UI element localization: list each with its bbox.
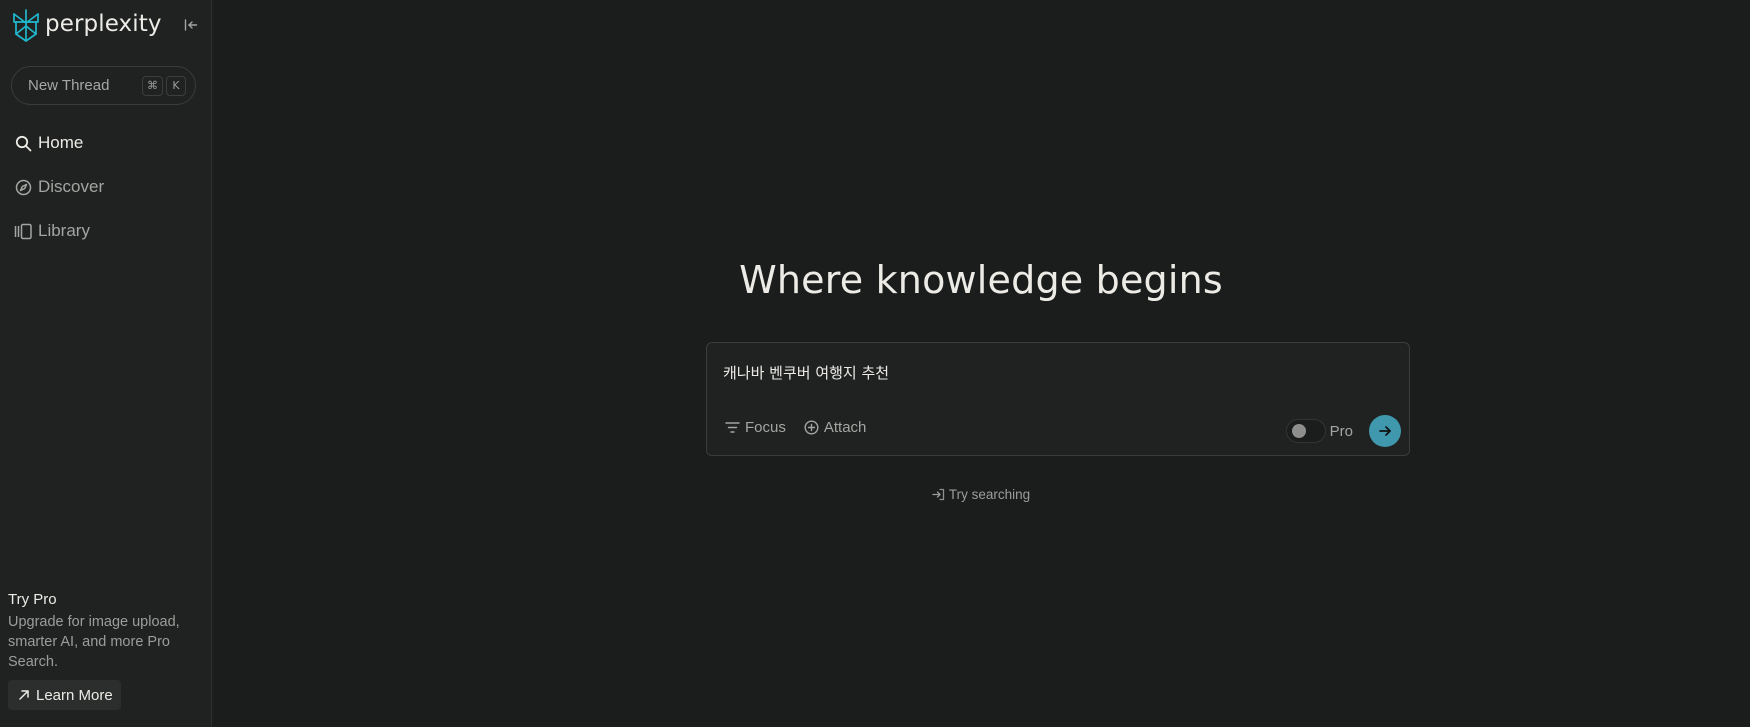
sign-in-icon — [932, 488, 945, 501]
pro-promo: Try Pro Upgrade for image upload, smarte… — [8, 591, 198, 710]
try-searching-link[interactable]: Try searching — [212, 487, 1750, 502]
library-icon — [14, 222, 33, 241]
app: perplexity New Thread ⌘ K Home Discover … — [0, 0, 1750, 727]
focus-button[interactable]: Focus — [725, 419, 786, 436]
hero-title: Where knowledge begins — [739, 258, 1223, 302]
arrow-up-right-icon — [19, 690, 29, 700]
promo-text: Upgrade for image upload, smarter AI, an… — [8, 614, 180, 670]
main-content: Where knowledge begins Focus — [212, 0, 1750, 727]
search-actions: Pro — [1285, 415, 1401, 447]
pro-toggle-knob — [1291, 424, 1306, 438]
search-icon — [14, 134, 33, 153]
shortcut-key-cmd: ⌘ — [142, 75, 163, 96]
sidebar-item-library[interactable]: Library — [14, 219, 104, 243]
promo-title: Try Pro — [8, 591, 57, 608]
collapse-icon — [184, 19, 198, 31]
try-searching-label: Try searching — [948, 487, 1031, 502]
attach-button[interactable]: Attach — [804, 419, 867, 436]
focus-label: Focus — [745, 419, 786, 436]
sidebar-item-label: Discover — [38, 177, 105, 196]
pro-toggle[interactable] — [1285, 419, 1326, 443]
new-thread-label: New Thread — [28, 77, 110, 94]
brand-name: perplexity — [45, 11, 162, 37]
sidebar: perplexity New Thread ⌘ K Home Discover … — [0, 0, 212, 727]
pro-label: Pro — [1329, 422, 1353, 440]
collapse-sidebar-button[interactable] — [182, 16, 200, 34]
new-thread-button[interactable]: New Thread ⌘ K — [11, 66, 196, 105]
learn-more-label: Learn More — [36, 686, 113, 704]
perplexity-logo-icon — [13, 9, 39, 42]
sidebar-nav: Home Discover Library — [14, 131, 104, 263]
learn-more-button[interactable]: Learn More — [8, 680, 121, 710]
submit-button[interactable] — [1369, 415, 1401, 447]
sidebar-item-label: Library — [38, 221, 90, 240]
search-tools: Focus Attach — [725, 419, 866, 436]
arrow-right-icon — [1379, 426, 1391, 436]
compass-icon — [14, 178, 33, 197]
sidebar-item-home[interactable]: Home — [14, 131, 104, 155]
filter-icon — [725, 422, 740, 433]
brand[interactable]: perplexity — [11, 8, 162, 42]
plus-circle-icon — [804, 420, 819, 435]
shortcut-key-k: K — [166, 75, 186, 96]
search-box: Focus Attach Pro — [706, 342, 1410, 456]
attach-label: Attach — [823, 419, 867, 436]
search-input[interactable] — [723, 359, 1383, 385]
sidebar-item-label: Home — [38, 133, 84, 152]
sidebar-item-discover[interactable]: Discover — [14, 175, 104, 199]
